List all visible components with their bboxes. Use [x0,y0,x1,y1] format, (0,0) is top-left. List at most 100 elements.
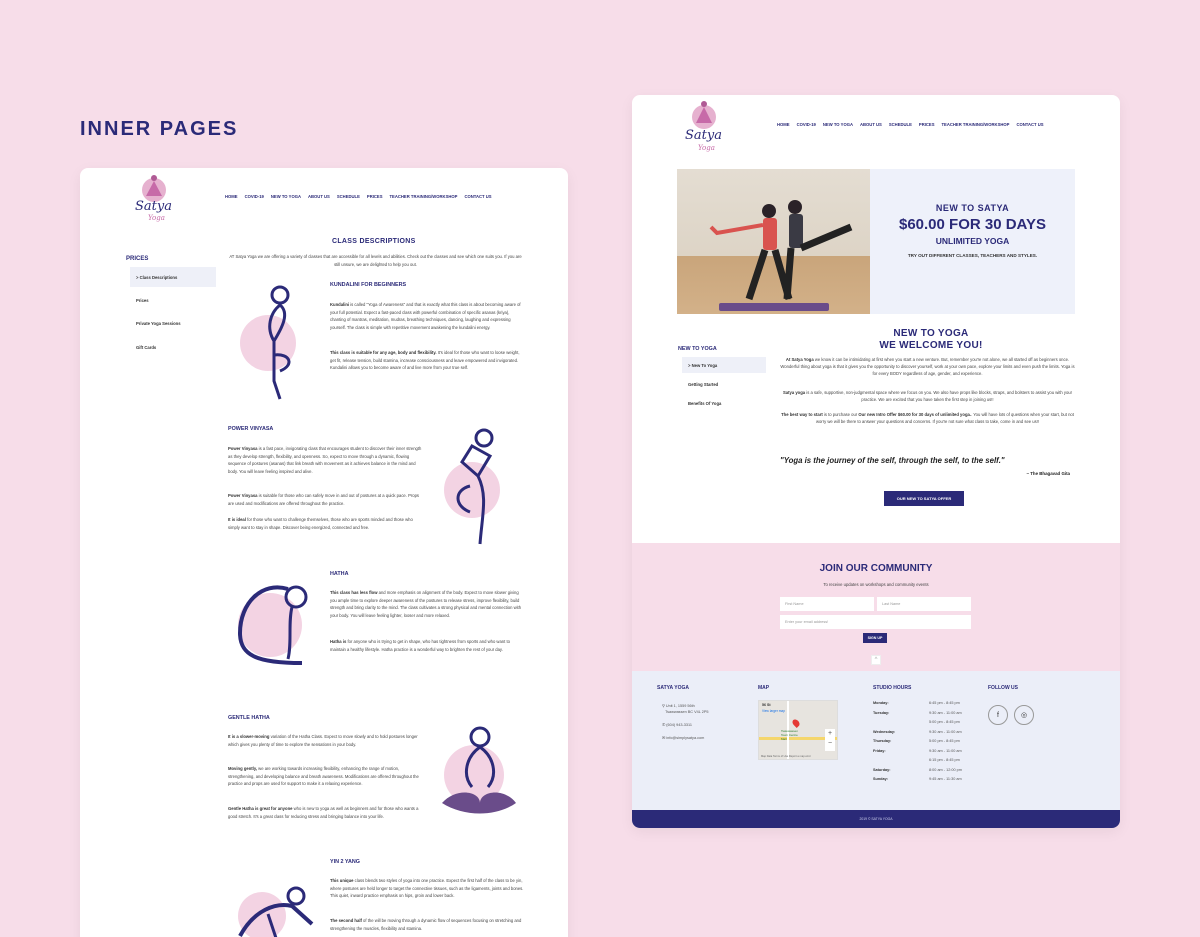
hours-row: Saturday: 8:00 am - 12:00 pm [873,766,973,776]
hours-time: 6:15 pm - 8:45 pm [929,758,960,762]
community-subtitle: To receive updates on workshops and comm… [823,582,929,587]
nav-covid[interactable]: COVID-19 [245,194,264,199]
class-text-power-vinyasa-2: Power Vinyasa is suitable for those who … [228,493,420,506]
nav-home[interactable]: HOME [225,194,238,199]
nav-contact[interactable]: CONTACT US [1016,122,1043,127]
nav-prices[interactable]: PRICES [367,194,383,199]
svg-text:Satya: Satya [685,128,722,143]
class-text-power-vinyasa-1: Power Vinyasa is a fast pace, invigorati… [228,446,422,474]
map-embed[interactable]: 56 St View larger map Tsawwassen Town Ce… [758,700,838,760]
sidebar-title: NEW TO YOGA [678,346,717,352]
yin-yang-illustration [232,880,320,937]
sign-up-button[interactable]: SIGN UP [863,633,887,643]
footer-hours-title: STUDIO HOURS [873,685,912,691]
nav-teacher-training[interactable]: TEACHER TRAINING/WORKSHOP [390,194,458,199]
community-section: JOIN OUR COMMUNITY To receive updates on… [632,543,1120,671]
intro-text: AT Satya Yoga we are offering a variety … [229,254,522,267]
hero-photo [677,169,870,314]
nav-contact[interactable]: CONTACT US [464,194,491,199]
footer-map-title: MAP [758,685,770,691]
nav-teacher-training[interactable]: TEACHER TRAINING/WORKSHOP [942,122,1010,127]
hours-day: Tuesday: [873,710,890,715]
sidebar-item-gift-cards[interactable]: Gift Cards [130,339,216,355]
hours-time: 9:30 am - 11:00 am [929,710,962,715]
map-street-label: 56 St [762,703,771,707]
quote: "Yoga is the journey of the self, throug… [780,456,1005,465]
quote-author: ~ The Bhagavad Gita [1026,471,1070,476]
class-text-kundalini-2: This class is suitable for any age, body… [330,350,520,371]
class-descriptions-page: Satya Yoga HOME COVID-19 NEW TO YOGA ABO… [80,168,568,937]
svg-text:Yoga: Yoga [698,144,715,152]
hours-day: Saturday: [873,767,891,772]
class-text-hatha-1: This class has less flow and more emphas… [330,590,522,618]
footer-email[interactable]: ✉ info@simplysatya.com [662,735,704,741]
nav-schedule[interactable]: SCHEDULE [337,194,360,199]
last-name-input[interactable]: Last Name [877,597,971,611]
copyright-bar: 2019 © SATYA YOGA [632,810,1120,828]
footer: SATYA YOGA ⚲ Unit 1, 1559 56th Tsawwasse… [632,671,1120,810]
class-text-gentle-hatha-2: Moving gently, we are working towards in… [228,766,419,787]
hours-day: Monday: [873,701,889,705]
hours-row: Friday: 9:30 am - 11:00 am [873,747,973,757]
section-heading: INNER PAGES [80,118,239,140]
svg-text:Satya: Satya [135,199,172,214]
nav-about[interactable]: ABOUT US [308,194,330,199]
first-name-input[interactable]: First Name [780,597,874,611]
mail-icon: ✉ [662,736,666,740]
nav-prices[interactable]: PRICES [919,122,935,127]
footer-phone[interactable]: ✆ (604) 943-3311 [662,722,692,728]
sidebar-title: PRICES [126,256,149,262]
scroll-up-icon[interactable]: ^ [871,655,881,665]
sidebar-item-new-to-yoga[interactable]: > New To Yoga [682,357,766,373]
sidebar-item-class-descriptions[interactable]: > Class Descriptions [130,267,216,287]
hours-row: Monday: 6:45 pm - 8:45 pm [873,699,973,709]
nav-new-to-yoga[interactable]: NEW TO YOGA [823,122,853,127]
sidebar-item-getting-started[interactable]: Getting Started [682,376,766,392]
sidebar-item-private-sessions[interactable]: Private Yoga Sessions [130,315,216,331]
hours-day: Wednesday: [873,729,896,734]
email-input[interactable]: Enter your email address! [780,615,971,629]
location-pin-icon: ⚲ [662,704,665,708]
hours-time: 5:00 pm - 8:45 pm [929,739,960,743]
hours-day: Sunday: [873,777,888,781]
class-text-yin-yang-1: This unique class blends two styles of y… [330,878,524,899]
page-title: CLASS DESCRIPTIONS [332,238,416,245]
sidebar-item-benefits[interactable]: Benefits Of Yoga [682,395,766,411]
hero-text: NEW TO SATYA $60.00 FOR 30 DAYS UNLIMITE… [870,203,1075,258]
kundalini-illustration [240,283,310,408]
studio-hours-list: Monday: 6:45 pm - 8:45 pm Tuesday: 9:30 am … [873,699,973,785]
hours-row: 5:00 pm - 8:45 pm [873,718,973,728]
class-text-gentle-hatha-3: Gentle Hatha is great for anyone who is … [228,806,419,819]
hours-row: Thursday: 5:00 pm - 8:45 pm [873,737,973,747]
offer-button[interactable]: OUR NEW TO SATYA OFFER [884,491,964,506]
community-title: JOIN OUR COMMUNITY [819,563,933,574]
hours-row: 6:15 pm - 8:45 pm [873,756,973,766]
hero-line-3: UNLIMITED YOGA [935,236,1010,246]
nav-schedule[interactable]: SCHEDULE [889,122,912,127]
class-text-power-vinyasa-3: It is ideal for those who want to challe… [228,517,413,530]
map-larger-link[interactable]: View larger map [762,709,785,713]
map-place-label: Tsawwassen Town Centre Mall [781,729,799,741]
instagram-icon[interactable]: ◎ [1014,705,1034,725]
hero-line-1: NEW TO SATYA [935,203,1010,213]
nav-about[interactable]: ABOUT US [860,122,882,127]
footer-brand: SATYA YOGA [657,685,689,691]
satya-logo[interactable]: Satya Yoga [132,172,176,229]
hours-day: Thursday: [873,739,892,743]
map-zoom-controls[interactable]: + − [825,729,835,751]
facebook-icon[interactable]: f [988,705,1008,725]
nav-new-to-yoga[interactable]: NEW TO YOGA [271,194,301,199]
nav-covid[interactable]: COVID-19 [797,122,816,127]
power-vinyasa-illustration [442,426,512,553]
new-to-yoga-page: Satya Yoga HOME COVID-19 NEW TO YOGA ABO… [632,95,1120,828]
map-credit: Map Data Terms of Use Report a map error [761,755,811,758]
nav-home[interactable]: HOME [777,122,790,127]
sidebar-item-prices[interactable]: Prices [130,292,216,308]
satya-logo[interactable]: Satya Yoga [682,97,726,162]
hero-banner: NEW TO SATYA $60.00 FOR 30 DAYS UNLIMITE… [677,169,1075,314]
hours-time: 6:45 pm - 8:45 pm [929,701,960,705]
intro-paragraph-2: Satya yoga is a safe, supportive, non-ju… [782,390,1073,403]
hatha-illustration [232,573,320,676]
hours-row: Sunday: 9:45 am - 11:30 am [873,775,973,785]
hours-row: Tuesday: 9:30 am - 11:00 am [873,709,973,719]
